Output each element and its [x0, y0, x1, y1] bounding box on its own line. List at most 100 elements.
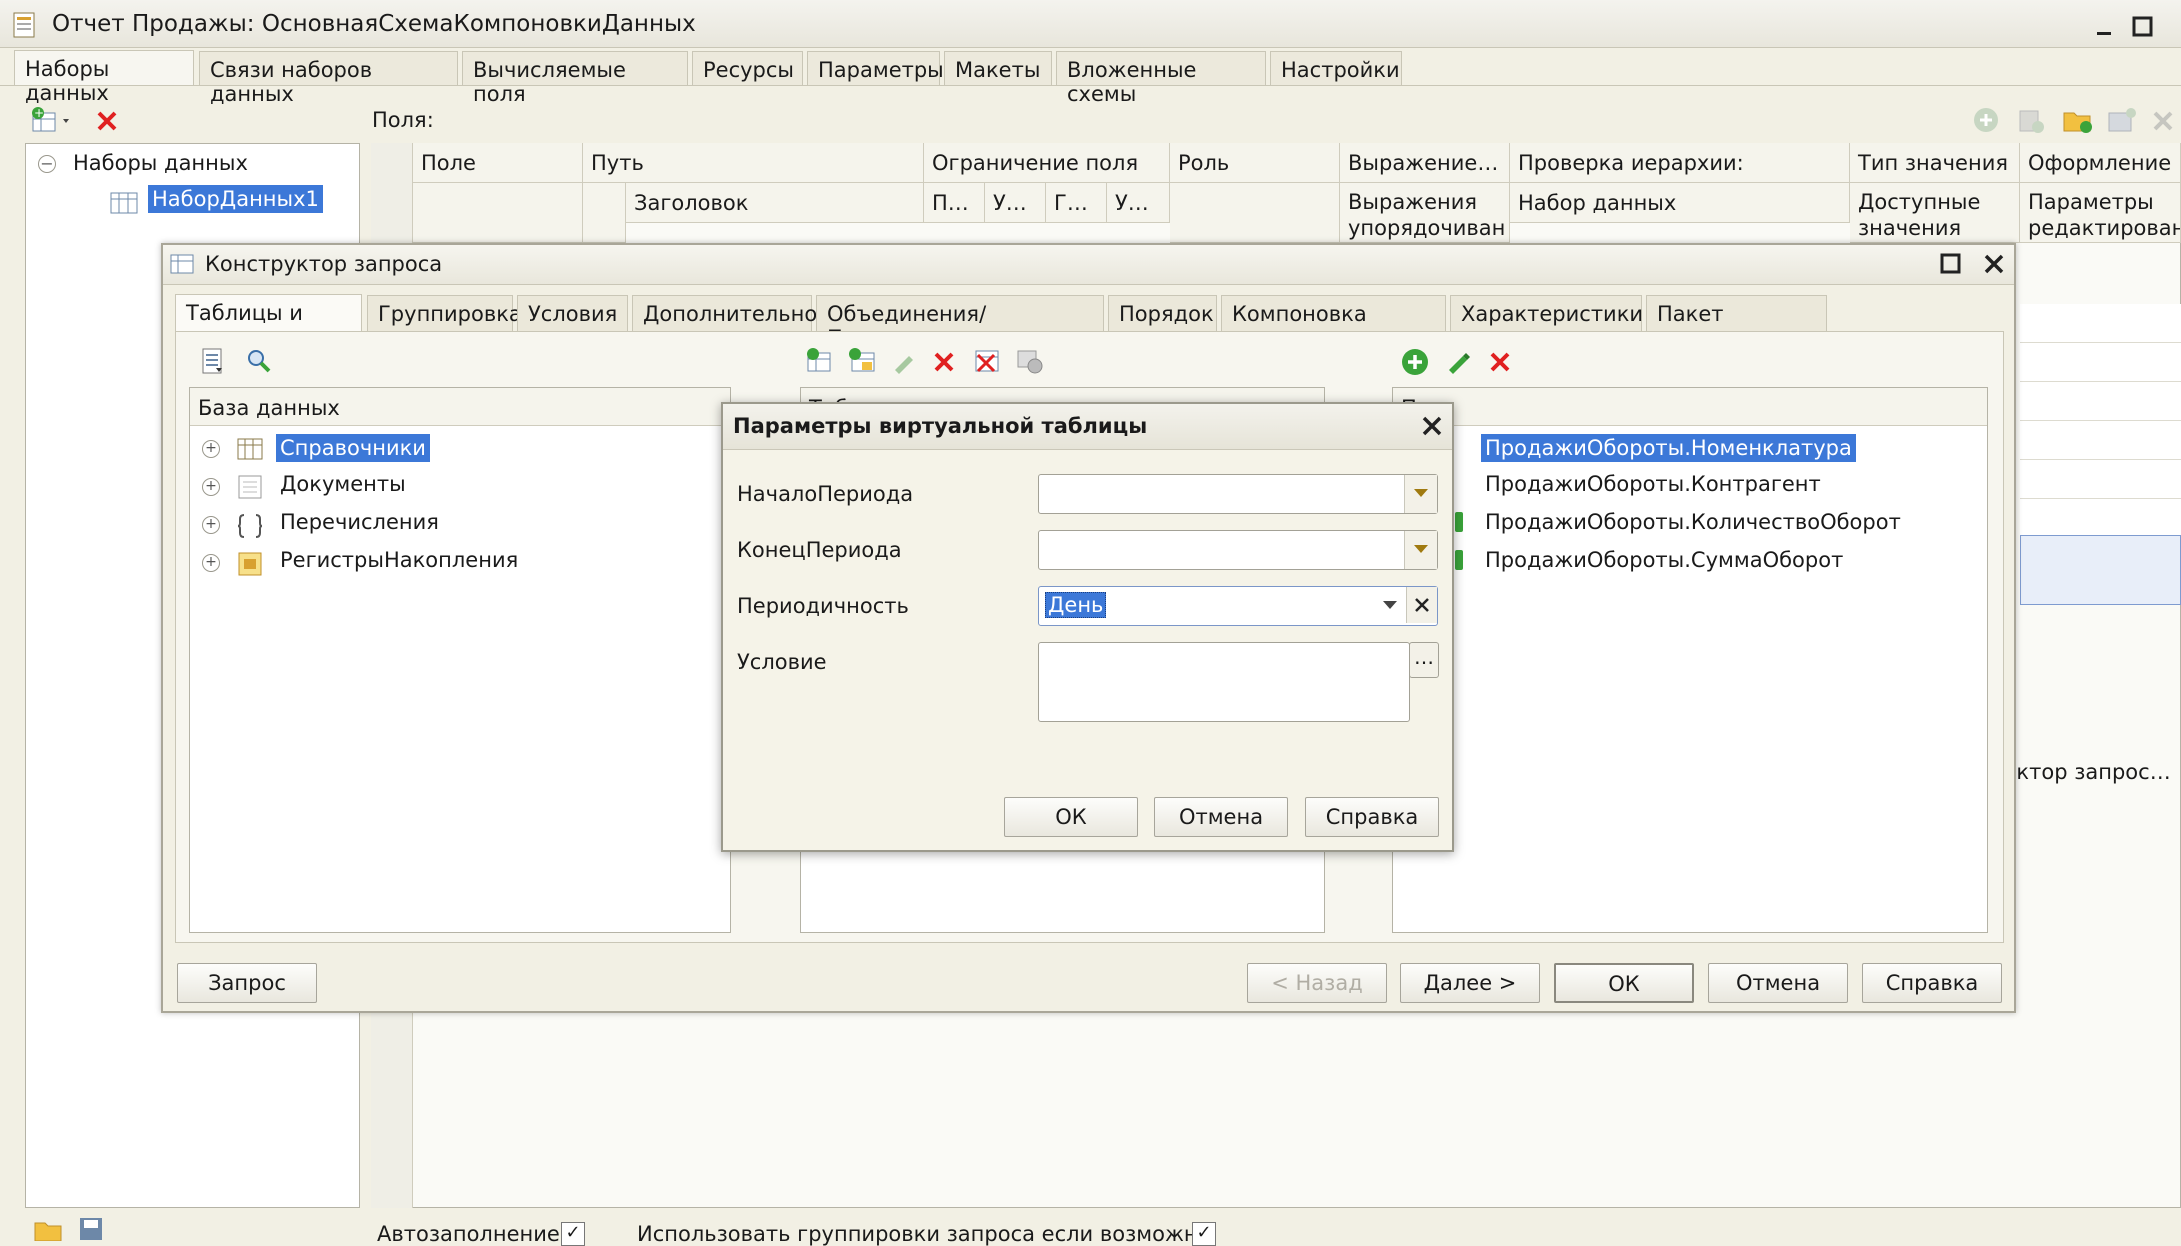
query-constructor-maximize-button[interactable]	[1940, 253, 1962, 275]
query-constructor-close-button[interactable]	[1983, 253, 2005, 275]
tab-resources[interactable]: Ресурсы	[692, 51, 803, 85]
back-button[interactable]: < Назад	[1247, 963, 1387, 1003]
field-item-quantity-turnover[interactable]: ПродажиОбороты.КоличествоОборот	[1485, 510, 1901, 534]
field-item-counterparty[interactable]: ПродажиОбороты.Контрагент	[1485, 472, 1821, 496]
edit-table-icon[interactable]	[889, 347, 919, 377]
tab-calculated-fields[interactable]: Вычисляемые поля	[462, 51, 688, 106]
table-settings-icon[interactable]	[1013, 345, 1047, 377]
tree-root-label[interactable]: Наборы данных	[73, 151, 248, 175]
params-cancel-button[interactable]: Отмена	[1154, 797, 1288, 837]
col-restrict-1[interactable]: По...	[924, 183, 985, 223]
tab-datasets[interactable]: Наборы данных	[14, 50, 194, 105]
tab-dataset-links[interactable]: Связи наборов данных	[199, 51, 458, 106]
tab-grouping[interactable]: Группировка	[367, 295, 522, 331]
minimize-button[interactable]	[2094, 18, 2114, 38]
edit-field-icon[interactable]	[1443, 347, 1473, 377]
tab-tables-fields[interactable]: Таблицы и поля	[175, 294, 362, 349]
dataset-table-icon	[109, 189, 139, 217]
db-tree-catalogs[interactable]: Справочники	[276, 434, 430, 462]
help-button[interactable]: Справка	[1862, 963, 2002, 1003]
add-field-icon[interactable]	[1970, 104, 2002, 136]
next-button[interactable]: Далее >	[1400, 963, 1540, 1003]
add-field-icon[interactable]	[1398, 345, 1432, 379]
periodicity-label: Периодичность	[737, 594, 909, 618]
params-close-button[interactable]	[1421, 415, 1443, 437]
list-view-icon[interactable]	[197, 345, 229, 377]
delete-dataset-icon[interactable]	[92, 106, 122, 136]
enum-icon	[236, 512, 264, 540]
expand-enums-icon[interactable]: +	[202, 516, 220, 534]
col-edit-params[interactable]: Параметры редактировани	[2020, 183, 2181, 243]
find-icon[interactable]	[243, 345, 275, 377]
tab-nested-schemas[interactable]: Вложенные схемы	[1056, 51, 1266, 106]
maximize-button[interactable]	[2132, 16, 2154, 38]
col-appearance[interactable]: Оформление	[2020, 143, 2181, 183]
condition-ellipsis-button[interactable]: …	[1409, 642, 1439, 678]
start-period-dropdown[interactable]	[1404, 475, 1437, 513]
db-tree-accumulation-registers[interactable]: РегистрыНакопления	[280, 548, 518, 572]
tab-additional[interactable]: Дополнительно	[632, 295, 817, 331]
delete-table-icon[interactable]	[929, 347, 959, 377]
add-dataset-icon[interactable]: +	[30, 104, 74, 136]
field-item-sum-turnover[interactable]: ПродажиОбороты.СуммаОборот	[1485, 548, 1843, 572]
folder-open-icon[interactable]	[32, 1214, 64, 1241]
table-add-icon[interactable]	[2104, 104, 2138, 136]
col-restrict-4[interactable]: Уп...	[1107, 183, 1170, 223]
tab-order[interactable]: Порядок	[1108, 295, 1217, 331]
expand-catalogs-icon[interactable]: +	[202, 440, 220, 458]
periodicity-dropdown[interactable]	[1374, 587, 1406, 623]
tab-settings[interactable]: Настройки	[1270, 51, 1402, 85]
field-item-nomenclature[interactable]: ПродажиОбороты.Номенклатура	[1481, 434, 1856, 462]
folder-icon[interactable]	[2060, 104, 2094, 136]
use-grouping-checkbox[interactable]: ✓	[1192, 1222, 1216, 1246]
tab-query-batch[interactable]: Пакет запросов	[1646, 295, 1827, 350]
condition-field[interactable]	[1038, 642, 1410, 722]
clear-tables-icon[interactable]	[971, 345, 1005, 377]
save-icon[interactable]	[76, 1214, 106, 1241]
end-period-dropdown[interactable]	[1404, 531, 1437, 569]
tab-characteristics[interactable]: Характеристики	[1450, 295, 1643, 331]
collapse-icon[interactable]: −	[38, 155, 56, 173]
add-folder-icon[interactable]	[2015, 104, 2047, 136]
col-dataset[interactable]: Набор данных	[1510, 183, 1850, 223]
db-tree-enumerations[interactable]: Перечисления	[280, 510, 439, 534]
add-table-icon[interactable]	[803, 345, 837, 377]
col-title[interactable]: Заголовок	[626, 183, 924, 223]
col-field-restriction[interactable]: Ограничение поля	[924, 143, 1170, 183]
col-role[interactable]: Роль	[1170, 143, 1340, 183]
periodicity-field[interactable]: День	[1038, 586, 1438, 626]
tab-unions-aliases[interactable]: Объединения/Псевдонимы	[816, 295, 1104, 350]
col-restrict-3[interactable]: Гр...	[1046, 183, 1107, 223]
autofill-checkbox[interactable]: ✓	[561, 1222, 585, 1246]
params-ok-button[interactable]: ОК	[1004, 797, 1138, 837]
tab-data-composition[interactable]: Компоновка данных	[1221, 295, 1446, 350]
col-restrict-2[interactable]: Ус...	[985, 183, 1046, 223]
expand-documents-icon[interactable]: +	[202, 478, 220, 496]
col-field[interactable]: Поле	[413, 143, 583, 183]
tab-conditions[interactable]: Условия	[517, 295, 628, 331]
start-period-field[interactable]	[1038, 474, 1438, 514]
params-help-button[interactable]: Справка	[1305, 797, 1439, 837]
ok-button[interactable]: ОК	[1554, 963, 1694, 1003]
delete-field-icon[interactable]	[2148, 106, 2178, 136]
query-constructor-title: Конструктор запроса	[205, 252, 443, 276]
add-nested-query-icon[interactable]	[845, 345, 879, 377]
query-constructor-link[interactable]: уктор запроса...	[2004, 760, 2179, 784]
col-available-values[interactable]: Доступные значения	[1850, 183, 2020, 243]
col-hierarchy-check[interactable]: Проверка иерархии:	[1510, 143, 1850, 183]
db-tree-documents[interactable]: Документы	[280, 472, 406, 496]
expand-registers-icon[interactable]: +	[202, 554, 220, 572]
col-path[interactable]: Путь	[583, 143, 924, 183]
delete-field-icon[interactable]	[1485, 347, 1515, 377]
col-expression[interactable]: Выражение п...	[1340, 143, 1510, 183]
cancel-button[interactable]: Отмена	[1708, 963, 1848, 1003]
periodicity-clear-button[interactable]	[1406, 587, 1437, 623]
query-button[interactable]: Запрос	[177, 963, 317, 1003]
end-period-field[interactable]	[1038, 530, 1438, 570]
tab-parameters[interactable]: Параметры	[807, 51, 944, 85]
main-titlebar: Отчет Продажы: ОсновнаяСхемаКомпоновкиДа…	[0, 0, 2181, 48]
tab-templates[interactable]: Макеты	[944, 51, 1052, 85]
col-order-expr[interactable]: Выражения упорядочиван	[1340, 183, 1510, 243]
col-value-type[interactable]: Тип значения	[1850, 143, 2020, 183]
tree-dataset-item[interactable]: НаборДанных1	[148, 185, 323, 213]
